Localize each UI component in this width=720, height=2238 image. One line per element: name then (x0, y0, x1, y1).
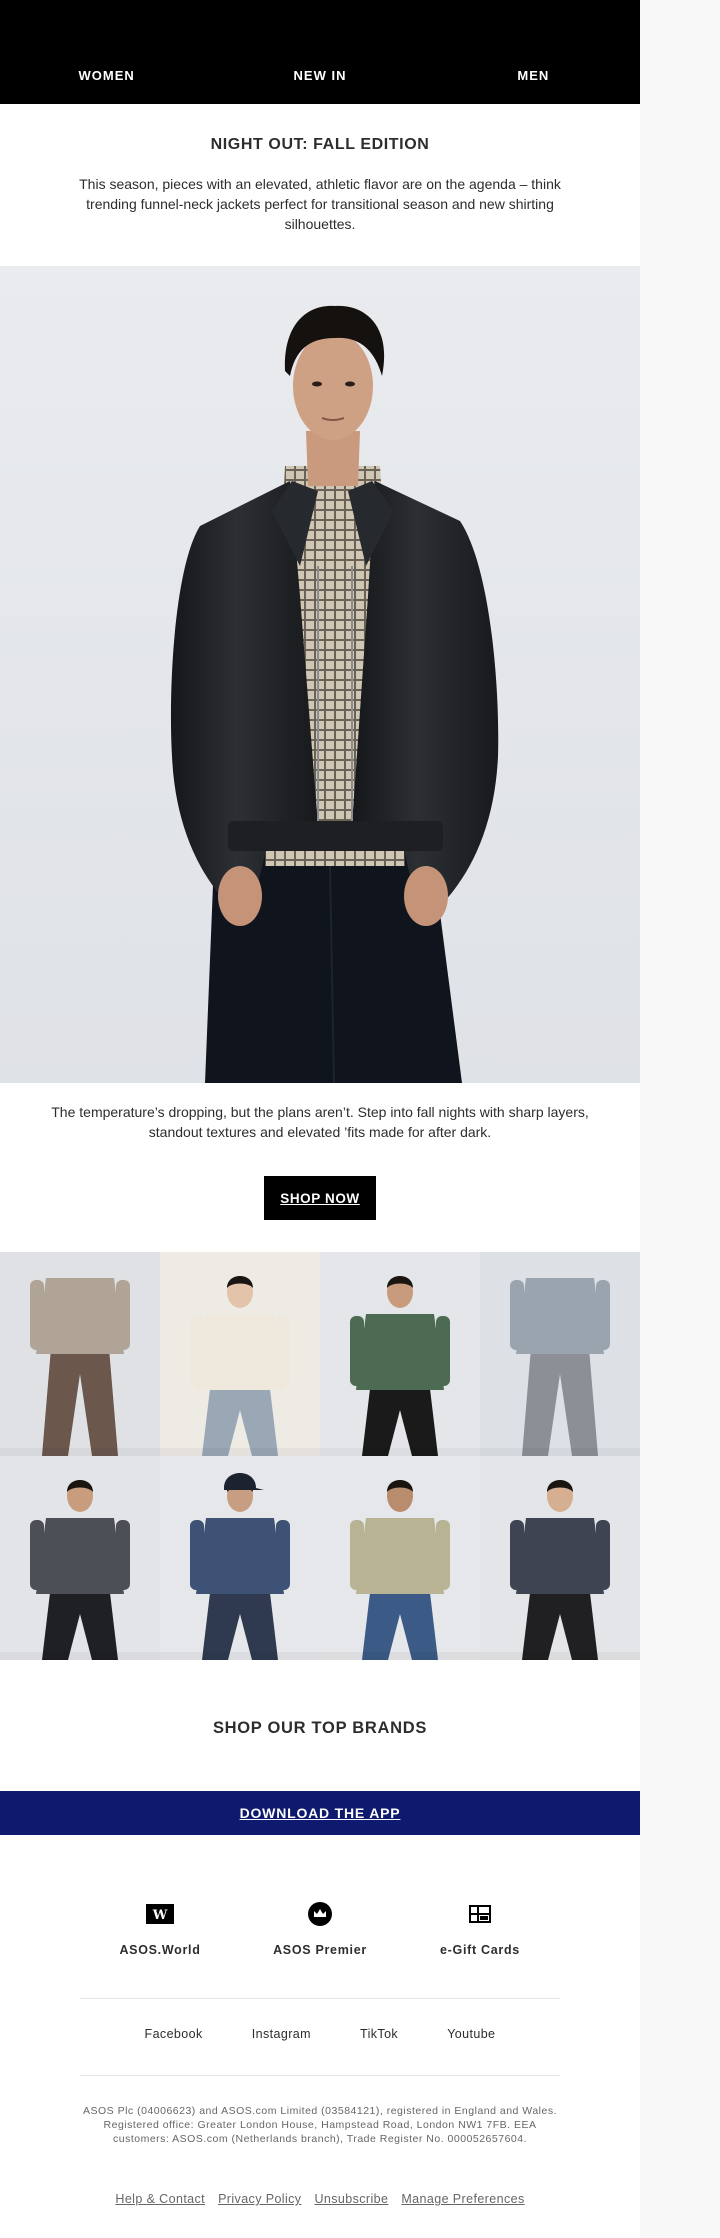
footer-links: Help & Contact Privacy Policy Unsubscrib… (0, 2192, 640, 2206)
product-model-image (480, 1278, 640, 1456)
top-bar: WOMEN NEW IN MEN (0, 0, 640, 104)
email-container: WOMEN NEW IN MEN NIGHT OUT: FALL EDITION… (0, 0, 640, 2238)
product-tile[interactable] (320, 1252, 480, 1456)
unsubscribe-link[interactable]: Unsubscribe (314, 2192, 388, 2206)
manage-preferences-link[interactable]: Manage Preferences (401, 2192, 524, 2206)
product-tile[interactable] (160, 1456, 320, 1660)
page-title: NIGHT OUT: FALL EDITION (210, 136, 430, 153)
nav-men[interactable]: MEN (427, 68, 640, 83)
download-app-button[interactable]: DOWNLOAD THE APP (0, 1791, 640, 1835)
product-model-image (320, 1276, 480, 1456)
product-tile[interactable] (480, 1252, 640, 1456)
privacy-policy-link[interactable]: Privacy Policy (218, 2192, 301, 2206)
product-model-image (160, 1473, 320, 1660)
legal-text: ASOS Plc (04006623) and ASOS.com Limited… (82, 2105, 558, 2145)
instagram-link[interactable]: Instagram (252, 2027, 311, 2041)
product-tile[interactable] (480, 1456, 640, 1660)
youtube-link[interactable]: Youtube (447, 2027, 495, 2041)
nav-new-in[interactable]: NEW IN (213, 68, 426, 83)
help-contact-link[interactable]: Help & Contact (115, 2192, 205, 2206)
hero-model-illustration (170, 305, 499, 1083)
hero-image[interactable] (0, 266, 640, 1083)
gift-card-icon (400, 1902, 560, 1926)
svg-text:W: W (152, 1908, 168, 1923)
product-model-image (0, 1480, 160, 1660)
product-model-image (480, 1480, 640, 1660)
asos-world-icon: W (80, 1902, 240, 1926)
facebook-link[interactable]: Facebook (145, 2027, 203, 2041)
product-tile[interactable] (0, 1456, 160, 1660)
product-model-image (320, 1480, 480, 1660)
brands-heading: SHOP OUR TOP BRANDS (212, 1719, 428, 1737)
feature-egift-cards[interactable]: e-Gift Cards (400, 1902, 560, 1957)
product-tile[interactable] (320, 1456, 480, 1660)
social-links: Facebook Instagram TikTok Youtube (120, 2027, 520, 2041)
divider (80, 2075, 560, 2076)
headline-block: NIGHT OUT: FALL EDITION (0, 104, 640, 154)
main-nav: WOMEN NEW IN MEN (0, 68, 640, 83)
body-text: The temperature’s dropping, but the plan… (51, 1104, 589, 1140)
tiktok-link[interactable]: TikTok (360, 2027, 398, 2041)
product-model-image (160, 1276, 320, 1456)
product-tile[interactable] (0, 1252, 160, 1456)
product-model-image (0, 1278, 160, 1456)
product-grid (0, 1252, 640, 1660)
divider (80, 1998, 560, 1999)
feature-label: e-Gift Cards (440, 1943, 520, 1957)
nav-women[interactable]: WOMEN (0, 68, 213, 83)
shop-now-button[interactable]: SHOP NOW (264, 1176, 376, 1220)
product-tile[interactable] (160, 1252, 320, 1456)
feature-label: ASOS.World (119, 1943, 201, 1957)
feature-asos-world[interactable]: W ASOS.World (80, 1902, 240, 1957)
feature-asos-premier[interactable]: ASOS Premier (240, 1902, 400, 1957)
features-row: W ASOS.World ASOS Premier e-Gift Cards (80, 1902, 560, 1957)
feature-label: ASOS Premier (273, 1943, 367, 1957)
premier-crown-icon (240, 1902, 400, 1926)
